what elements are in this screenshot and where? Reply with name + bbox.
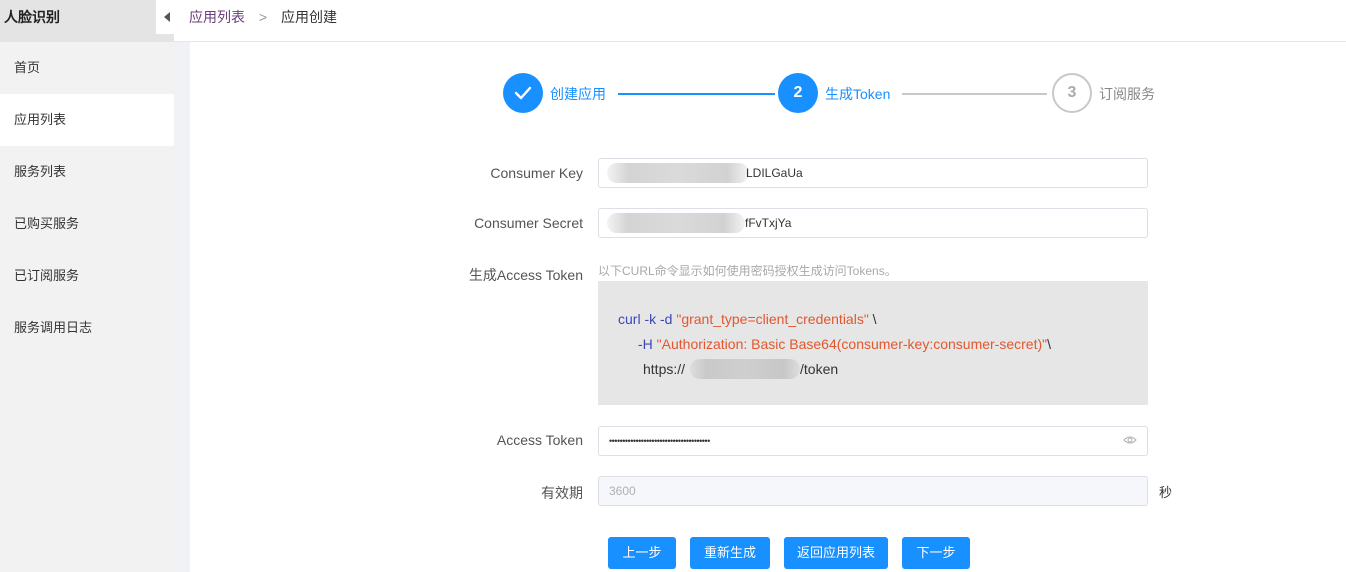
collapse-sidebar-icon[interactable]: [156, 0, 174, 34]
regenerate-button[interactable]: 重新生成: [690, 537, 770, 569]
access-token-label: Access Token: [496, 432, 583, 448]
redacted-mask: [607, 163, 749, 183]
validity-field: 3600: [598, 476, 1148, 506]
consumer-secret-field[interactable]: fFvTxjYa: [598, 208, 1148, 238]
sidebar-title: 人脸识别: [0, 0, 174, 42]
prev-step-button[interactable]: 上一步: [608, 537, 676, 569]
sidebar-item-home[interactable]: 首页: [0, 42, 174, 94]
back-to-app-list-button[interactable]: 返回应用列表: [784, 537, 888, 569]
step-3-label: 订阅服务: [1099, 86, 1155, 102]
consumer-secret-visible-tail: fFvTxjYa: [745, 216, 792, 230]
access-token-field[interactable]: ••••••••••••••••••••••••••••••••••••••: [598, 426, 1148, 456]
redacted-mask: [607, 213, 745, 233]
code-line-3-suffix: /token: [800, 361, 839, 377]
code-line-2: -H "Authorization: Basic Base64(consumer…: [638, 336, 1051, 352]
top-bar: 应用列表 > 应用创建: [174, 0, 1346, 42]
consumer-key-visible-tail: LDILGaUa: [746, 166, 803, 180]
validity-label: 有效期: [541, 485, 583, 501]
sidebar-item-app-list[interactable]: 应用列表: [0, 94, 174, 146]
access-token-masked-value: ••••••••••••••••••••••••••••••••••••••: [609, 436, 710, 446]
breadcrumb-separator: >: [258, 9, 268, 25]
code-line-1: curl -k -d "grant_type=client_credential…: [618, 311, 877, 327]
validity-unit: 秒: [1159, 485, 1173, 500]
redacted-mask: [690, 359, 800, 379]
step-1-label: 创建应用: [550, 86, 606, 102]
eye-icon[interactable]: [1123, 435, 1137, 445]
curl-hint-text: 以下CURL命令显示如何使用密码授权生成访问Tokens。: [598, 264, 897, 278]
generate-access-token-label: 生成Access Token: [468, 267, 583, 283]
sidebar-item-call-logs[interactable]: 服务调用日志: [0, 302, 174, 354]
sidebar-item-purchased-services[interactable]: 已购买服务: [0, 198, 174, 250]
sidebar-item-service-list[interactable]: 服务列表: [0, 146, 174, 198]
breadcrumb-current: 应用创建: [280, 9, 337, 25]
step-2-circle: 2: [778, 73, 818, 113]
step-connector-2: [902, 93, 1047, 95]
curl-code-block: curl -k -d "grant_type=client_credential…: [598, 281, 1148, 405]
main-panel: 创建应用 2 生成Token 3 订阅服务 Consumer Key LDILG…: [190, 42, 1346, 572]
breadcrumb: 应用列表 > 应用创建: [189, 0, 337, 34]
step-1-check-icon: [503, 73, 543, 113]
sidebar: 人脸识别 首页 应用列表 服务列表 已购买服务 已订阅服务 服务调用日志: [0, 0, 174, 572]
sidebar-item-subscribed-services[interactable]: 已订阅服务: [0, 250, 174, 302]
step-2-label: 生成Token: [825, 86, 891, 102]
consumer-key-field[interactable]: LDILGaUa: [598, 158, 1148, 188]
step-3-circle: 3: [1052, 73, 1092, 113]
consumer-secret-label: Consumer Secret: [474, 215, 583, 231]
next-step-button[interactable]: 下一步: [902, 537, 970, 569]
code-line-3: https://: [643, 361, 686, 377]
step-connector-1: [618, 93, 775, 95]
consumer-key-label: Consumer Key: [490, 165, 583, 181]
breadcrumb-link-app-list[interactable]: 应用列表: [189, 9, 245, 25]
